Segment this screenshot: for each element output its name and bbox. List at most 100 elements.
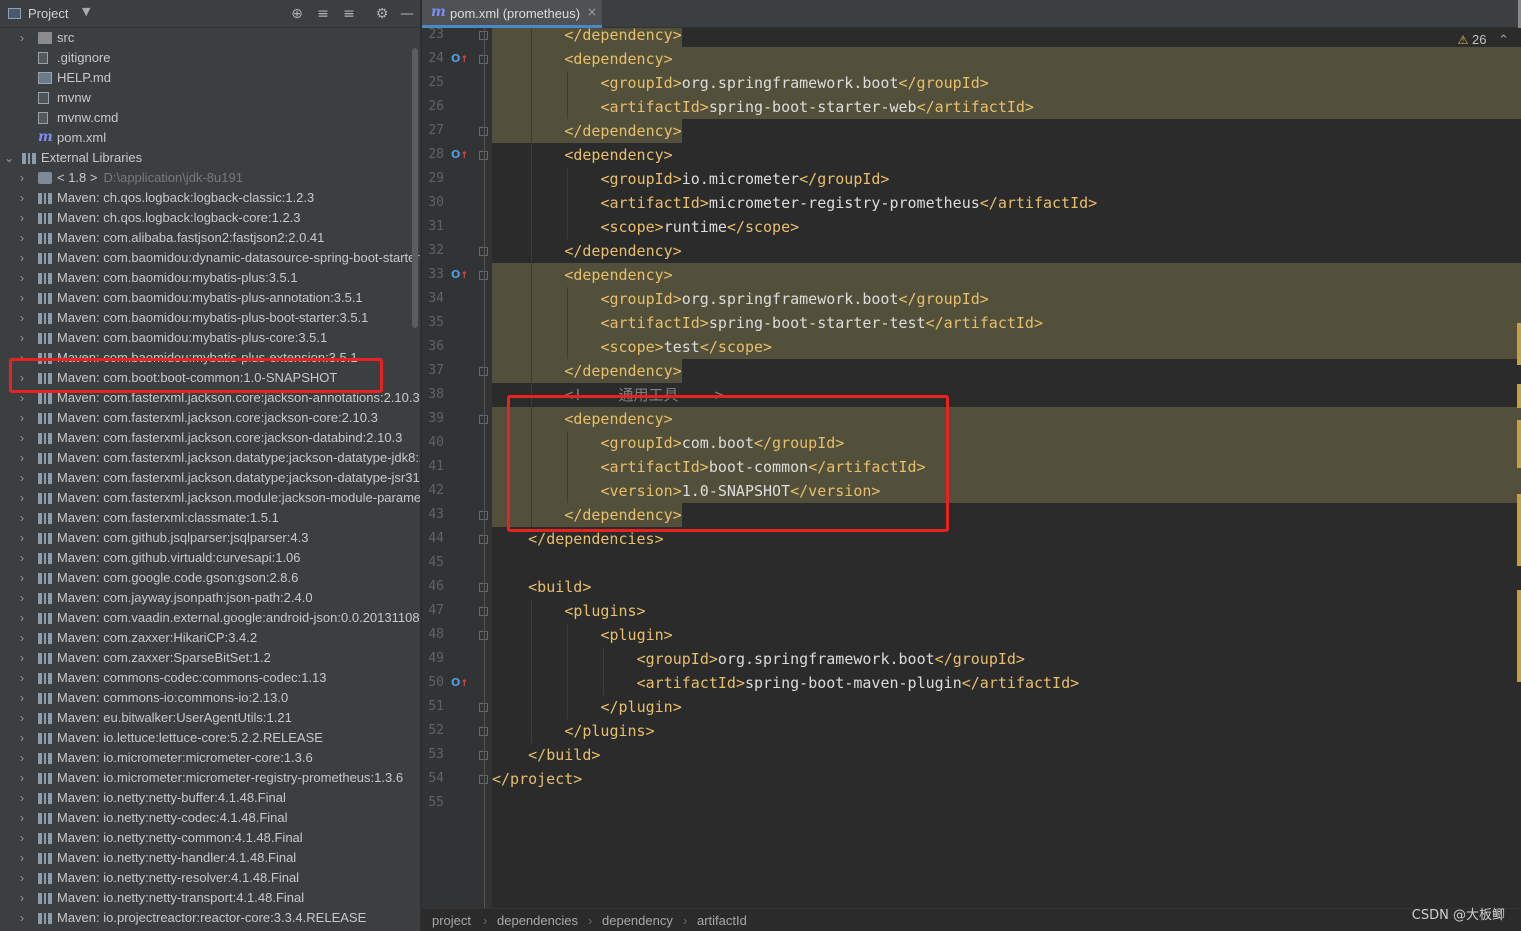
- code-line[interactable]: </plugins>: [564, 719, 654, 743]
- override-gutter-icon[interactable]: O↑: [451, 51, 468, 67]
- chevron-down-icon[interactable]: ▼: [82, 5, 90, 18]
- code-line[interactable]: <artifactId>boot-common</artifactId>: [600, 455, 925, 479]
- breadcrumb-item[interactable]: dependency: [602, 909, 673, 931]
- chevron-right-icon[interactable]: ›: [20, 248, 32, 268]
- code-line[interactable]: <artifactId>spring-boot-starter-web</art…: [600, 95, 1034, 119]
- chevron-right-icon[interactable]: ›: [20, 528, 32, 548]
- chevron-right-icon[interactable]: ›: [20, 268, 32, 288]
- chevron-right-icon[interactable]: ›: [20, 288, 32, 308]
- code-line[interactable]: </project>: [492, 767, 582, 791]
- chevron-right-icon[interactable]: ›: [20, 468, 32, 488]
- chevron-right-icon[interactable]: ›: [20, 788, 32, 808]
- override-gutter-icon[interactable]: O↑: [451, 267, 468, 283]
- breadcrumb-item[interactable]: artifactId: [697, 909, 747, 931]
- chevron-right-icon[interactable]: ›: [20, 848, 32, 868]
- code-line[interactable]: <plugins>: [564, 599, 645, 623]
- close-icon[interactable]: ×: [587, 5, 597, 19]
- library-icon: [38, 913, 52, 924]
- chevron-right-icon[interactable]: ›: [20, 508, 32, 528]
- project-tree[interactable]: › src .gitignore HELP.md mvnw mvnw.cmd m pom.xm…: [0, 28, 420, 931]
- chevron-down-icon[interactable]: ⌄: [4, 148, 16, 168]
- code-area[interactable]: </dependency> <dependency> <groupId>org.sp…: [492, 28, 1521, 908]
- chevron-right-icon[interactable]: ›: [20, 628, 32, 648]
- chevron-right-icon[interactable]: ›: [20, 28, 32, 48]
- chevron-right-icon[interactable]: ›: [20, 688, 32, 708]
- chevron-right-icon[interactable]: ›: [20, 368, 32, 388]
- code-line[interactable]: <scope>runtime</scope>: [600, 215, 799, 239]
- code-line[interactable]: </dependency>: [564, 503, 681, 527]
- code-line[interactable]: <dependency>: [564, 143, 672, 167]
- error-stripe-mark[interactable]: [1517, 494, 1521, 566]
- chevron-right-icon[interactable]: ›: [20, 708, 32, 728]
- chevron-right-icon[interactable]: ›: [20, 428, 32, 448]
- code-line[interactable]: <groupId>org.springframework.boot</group…: [637, 647, 1025, 671]
- code-line[interactable]: <artifactId>micrometer-registry-promethe…: [600, 191, 1097, 215]
- chevron-right-icon[interactable]: ›: [20, 748, 32, 768]
- chevron-up-icon[interactable]: ⌃: [1498, 32, 1509, 47]
- code-line[interactable]: <groupId>com.boot</groupId>: [600, 431, 844, 455]
- chevron-right-icon[interactable]: ›: [20, 888, 32, 908]
- chevron-right-icon[interactable]: ›: [20, 908, 32, 928]
- code-line[interactable]: </dependency>: [564, 359, 681, 383]
- chevron-right-icon[interactable]: ›: [20, 168, 32, 188]
- breadcrumb-item[interactable]: project: [432, 909, 471, 931]
- chevron-right-icon[interactable]: ›: [20, 768, 32, 788]
- chevron-right-icon[interactable]: ›: [20, 388, 32, 408]
- error-stripe-mark[interactable]: [1517, 323, 1521, 365]
- chevron-right-icon[interactable]: ›: [20, 448, 32, 468]
- code-line[interactable]: <plugin>: [600, 623, 672, 647]
- chevron-right-icon[interactable]: ›: [20, 328, 32, 348]
- tab-pom-xml[interactable]: m pom.xml (prometheus) ×: [422, 0, 602, 28]
- chevron-right-icon[interactable]: ›: [20, 548, 32, 568]
- chevron-right-icon[interactable]: ›: [20, 408, 32, 428]
- breadcrumb-item[interactable]: dependencies: [497, 909, 578, 931]
- code-line[interactable]: <groupId>io.micrometer</groupId>: [600, 167, 889, 191]
- gear-icon[interactable]: ⚙: [372, 4, 392, 24]
- code-line[interactable]: <version>1.0-SNAPSHOT</version>: [600, 479, 880, 503]
- expand-all-icon[interactable]: ≡: [313, 4, 333, 24]
- chevron-right-icon[interactable]: ›: [20, 348, 32, 368]
- chevron-right-icon[interactable]: ›: [20, 808, 32, 828]
- code-line[interactable]: <dependency>: [564, 407, 672, 431]
- chevron-right-icon[interactable]: ›: [20, 868, 32, 888]
- collapse-all-icon[interactable]: ≡: [339, 4, 359, 24]
- code-line[interactable]: <artifactId>spring-boot-starter-test</ar…: [600, 311, 1043, 335]
- chevron-right-icon[interactable]: ›: [20, 828, 32, 848]
- chevron-right-icon[interactable]: ›: [20, 488, 32, 508]
- override-gutter-icon[interactable]: O↑: [451, 675, 468, 691]
- project-view-selector[interactable]: Project: [28, 6, 68, 21]
- chevron-right-icon[interactable]: ›: [20, 308, 32, 328]
- code-line[interactable]: </dependency>: [564, 239, 681, 263]
- code-line[interactable]: </dependency>: [564, 28, 681, 47]
- line-number-gutter[interactable]: 23 24 O↑ 25 26 27 28 O↑ 29 30 31 32 33 O↑ 34 35 36 37 38 39…: [422, 27, 492, 908]
- error-stripe-mark[interactable]: [1517, 420, 1521, 468]
- crosshair-icon[interactable]: ⊕: [287, 4, 307, 24]
- code-line[interactable]: </dependency>: [564, 119, 681, 143]
- code-line[interactable]: <!-- 通用工具 -->: [564, 383, 723, 407]
- override-gutter-icon[interactable]: O↑: [451, 147, 468, 163]
- chevron-right-icon[interactable]: ›: [20, 228, 32, 248]
- chevron-right-icon[interactable]: ›: [20, 668, 32, 688]
- chevron-right-icon[interactable]: ›: [20, 588, 32, 608]
- code-line[interactable]: </build>: [528, 743, 600, 767]
- chevron-right-icon[interactable]: ›: [20, 608, 32, 628]
- code-line[interactable]: <groupId>org.springframework.boot</group…: [600, 287, 988, 311]
- minimize-icon[interactable]: —: [397, 4, 417, 24]
- project-tree-scrollbar[interactable]: [412, 48, 418, 328]
- inspection-widget[interactable]: ⚠ 26 ⌃: [1458, 32, 1509, 48]
- code-line[interactable]: </dependencies>: [528, 527, 663, 551]
- code-line[interactable]: <scope>test</scope>: [600, 335, 772, 359]
- code-line[interactable]: <dependency>: [564, 263, 672, 287]
- chevron-right-icon[interactable]: ›: [20, 208, 32, 228]
- code-line[interactable]: </plugin>: [600, 695, 681, 719]
- chevron-right-icon[interactable]: ›: [20, 188, 32, 208]
- error-stripe-mark[interactable]: [1517, 384, 1521, 408]
- chevron-right-icon[interactable]: ›: [20, 648, 32, 668]
- error-stripe-mark[interactable]: [1517, 590, 1521, 682]
- code-line[interactable]: <dependency>: [564, 47, 672, 71]
- code-line[interactable]: <artifactId>spring-boot-maven-plugin</ar…: [637, 671, 1080, 695]
- code-line[interactable]: <build>: [528, 575, 591, 599]
- chevron-right-icon[interactable]: ›: [20, 728, 32, 748]
- chevron-right-icon[interactable]: ›: [20, 568, 32, 588]
- code-line[interactable]: <groupId>org.springframework.boot</group…: [600, 71, 988, 95]
